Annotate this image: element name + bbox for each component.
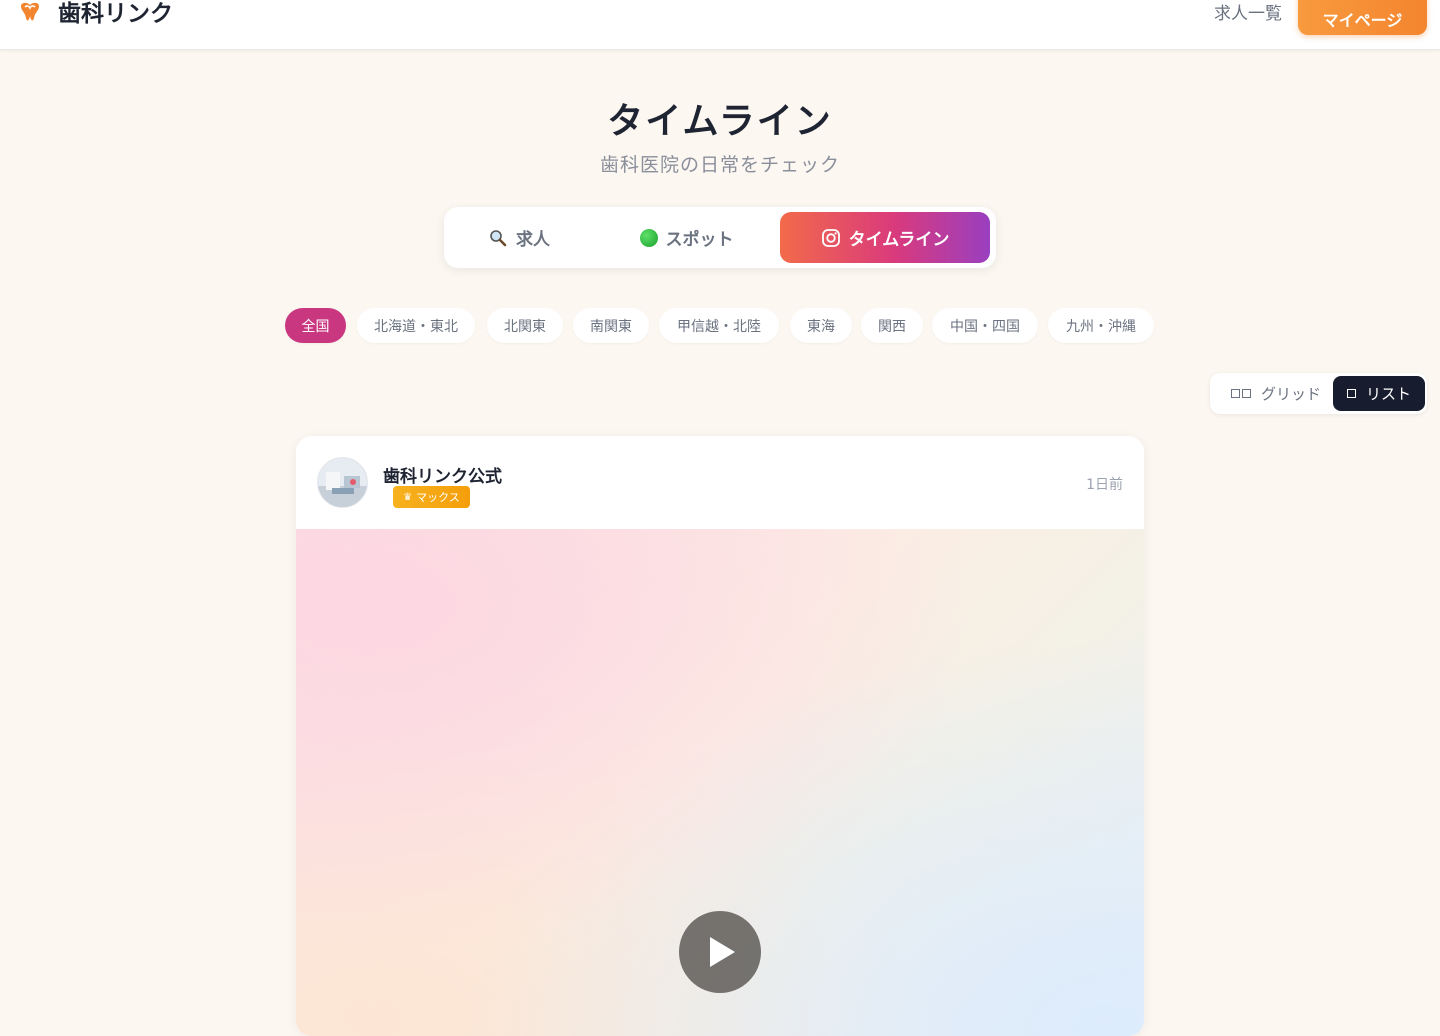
top-header: 歯科リンク 求人一覧 マイページ <box>0 0 1440 50</box>
play-button[interactable] <box>679 911 761 993</box>
grid-icon <box>1230 389 1253 398</box>
app-name[interactable]: 歯科リンク <box>58 0 173 28</box>
main-tabs: 求人 スポット タイムライン <box>444 207 996 268</box>
region-chip-kita-kanto[interactable]: 北関東 <box>487 308 563 343</box>
post-timestamp: 1日前 <box>1086 477 1123 493</box>
page-subtitle: 歯科医院の日常をチェック <box>599 154 840 176</box>
post-video[interactable] <box>296 529 1144 1036</box>
green-circle-icon <box>639 228 658 247</box>
author-name[interactable]: 歯科リンク公式 <box>383 462 502 487</box>
region-chip-kansai[interactable]: 関西 <box>861 308 923 343</box>
tooth-logo-icon[interactable] <box>18 2 42 24</box>
region-chip-kyushu-okinawa[interactable]: 九州・沖縄 <box>1048 308 1154 343</box>
instagram-icon <box>821 228 841 248</box>
tab-spots-label: スポット <box>665 230 734 250</box>
rank-badge: ♛ マックス <box>393 486 470 508</box>
list-icon <box>1346 389 1358 398</box>
crown-icon: ♛ <box>403 491 413 503</box>
magnifier-icon <box>488 228 508 248</box>
rank-badge-label: マックス <box>416 491 460 504</box>
region-chip-koshinetsu-hokuriku[interactable]: 甲信越・北陸 <box>659 308 779 343</box>
author-avatar[interactable] <box>317 457 368 508</box>
play-icon <box>710 937 735 967</box>
grid-view-button[interactable]: グリッド <box>1216 376 1336 411</box>
list-view-label: リスト <box>1365 385 1411 403</box>
nav-job-list-link[interactable]: 求人一覧 <box>1200 2 1296 26</box>
mypage-button[interactable]: マイページ <box>1298 0 1427 35</box>
grid-view-label: グリッド <box>1260 385 1321 403</box>
region-chip-all[interactable]: 全国 <box>285 308 346 343</box>
region-chip-minami-kanto[interactable]: 南関東 <box>573 308 649 343</box>
region-chip-tokai[interactable]: 東海 <box>790 308 852 343</box>
view-toggle: グリッド リスト <box>1210 373 1427 414</box>
tab-spots[interactable]: スポット <box>604 212 769 263</box>
tab-jobs[interactable]: 求人 <box>454 212 584 263</box>
page-title: タイムライン <box>607 101 833 142</box>
tab-jobs-label: 求人 <box>516 230 550 250</box>
timeline-post-card: 歯科リンク公式 ♛ マックス 1日前 <box>296 436 1144 1036</box>
region-chip-hokkaido-tohoku[interactable]: 北海道・東北 <box>357 308 475 343</box>
tab-timeline-label: タイムライン <box>848 230 950 250</box>
tab-timeline[interactable]: タイムライン <box>780 212 990 263</box>
region-chip-chugoku-shikoku[interactable]: 中国・四国 <box>932 308 1038 343</box>
list-view-button[interactable]: リスト <box>1333 376 1425 411</box>
